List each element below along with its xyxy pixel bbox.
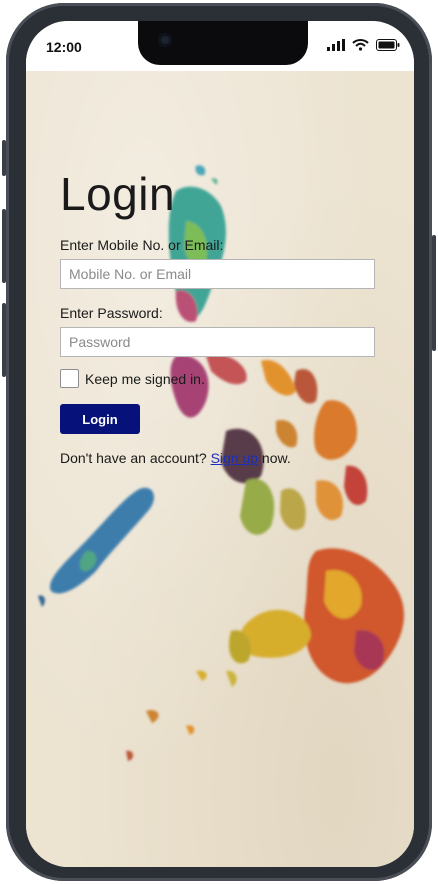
password-input[interactable] [60, 327, 375, 357]
wifi-icon [352, 39, 369, 51]
email-input[interactable] [60, 259, 375, 289]
signup-link[interactable]: Sign up [211, 450, 258, 466]
cell-signal-icon [327, 39, 345, 51]
login-button[interactable]: Login [60, 404, 140, 434]
camera-notch [138, 21, 308, 65]
page-title: Login [60, 168, 176, 220]
status-bar: 12:00 [26, 21, 414, 71]
volume-up-button [2, 209, 6, 283]
phone-frame: 12:00 Login Enter Mobile No. or Email: M… [2, 3, 436, 881]
signup-prompt: Don't have an account? Sign up now. [60, 450, 380, 466]
status-icons [327, 39, 400, 51]
password-label: Enter Password: [60, 305, 163, 321]
battery-icon [376, 39, 400, 51]
front-camera [158, 33, 172, 47]
signup-prefix: Don't have an account? [60, 450, 211, 466]
email-label: Enter Mobile No. or Email: [60, 237, 224, 253]
keep-signed-in-label: Keep me signed in. [85, 370, 205, 387]
keep-signed-in-checkbox[interactable] [60, 369, 79, 388]
status-time: 12:00 [46, 39, 82, 55]
login-form: Login Enter Mobile No. or Email: Enter P… [60, 167, 380, 466]
power-button [432, 235, 436, 351]
volume-down-button [2, 303, 6, 377]
signup-suffix: now. [258, 450, 291, 466]
silent-switch [2, 140, 6, 176]
keep-signed-in-row: Keep me signed in. [60, 369, 380, 388]
screen: 12:00 Login Enter Mobile No. or Email: M… [26, 21, 414, 867]
